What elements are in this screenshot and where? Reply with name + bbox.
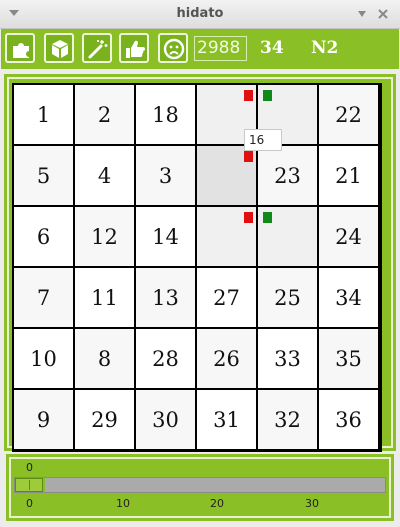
number-cell[interactable]: 12 xyxy=(75,207,134,266)
hint-button[interactable] xyxy=(82,33,112,63)
number-cell[interactable]: 9 xyxy=(14,390,73,449)
level-label: N2 xyxy=(311,38,339,58)
cube-button[interactable] xyxy=(44,33,74,63)
number-cell[interactable]: 28 xyxy=(136,329,195,388)
slider-value: 0 xyxy=(26,461,33,474)
number-cell[interactable]: 3 xyxy=(136,146,195,205)
slider-tick-label: 10 xyxy=(116,497,130,510)
number-cell[interactable]: 24 xyxy=(319,207,378,266)
slider-tick-label: 0 xyxy=(26,497,33,510)
red-marker xyxy=(244,90,253,101)
number-cell[interactable]: 22 xyxy=(319,85,378,144)
game-board: 1 2 18 22 5 4 3 23 21 6 12 14 24 7 11 13 27 25 34 10 8 28 26 33… xyxy=(12,83,382,452)
number-cell[interactable]: 32 xyxy=(258,390,317,449)
give-up-button[interactable] xyxy=(158,33,188,63)
number-cell[interactable]: 35 xyxy=(319,329,378,388)
number-cell[interactable]: 13 xyxy=(136,268,195,327)
puzzle-icon xyxy=(13,43,29,58)
number-cell[interactable]: 10 xyxy=(14,329,73,388)
number-cell[interactable]: 11 xyxy=(75,268,134,327)
slider-tick-label: 30 xyxy=(305,497,319,510)
sad-face-icon xyxy=(163,38,185,60)
green-marker xyxy=(263,212,272,223)
number-cell[interactable]: 1 xyxy=(14,85,73,144)
number-cell[interactable]: 31 xyxy=(197,390,256,449)
window-title: hidato xyxy=(176,6,224,21)
number-cell[interactable]: 29 xyxy=(75,390,134,449)
slider-handle[interactable] xyxy=(15,478,43,492)
number-cell[interactable]: 7 xyxy=(14,268,73,327)
candidate-tooltip: 16 xyxy=(244,129,282,151)
number-cell[interactable]: 8 xyxy=(75,329,134,388)
magic-wand-icon xyxy=(88,40,108,59)
new-puzzle-button[interactable] xyxy=(5,33,35,63)
title-bar: hidato xyxy=(0,0,400,29)
number-cell[interactable]: 5 xyxy=(14,146,73,205)
red-marker xyxy=(244,151,253,162)
number-cell[interactable]: 23 xyxy=(258,146,317,205)
close-icon[interactable] xyxy=(375,6,391,22)
approve-button[interactable] xyxy=(119,33,149,63)
slider-tick-label: 20 xyxy=(210,497,224,510)
cube-icon xyxy=(52,40,68,58)
slider-track[interactable] xyxy=(14,477,386,493)
number-cell[interactable]: 25 xyxy=(258,268,317,327)
game-window: hidato 2988 34 N2 1 2 18 22 5 4 3 23 21 … xyxy=(0,0,400,527)
minimize-icon[interactable] xyxy=(354,6,370,22)
cell-count-label: 34 xyxy=(260,38,284,58)
thumbs-up-icon xyxy=(126,40,145,58)
score-field[interactable]: 2988 xyxy=(194,36,247,61)
number-cell[interactable]: 27 xyxy=(197,268,256,327)
number-cell[interactable]: 33 xyxy=(258,329,317,388)
number-cell[interactable]: 4 xyxy=(75,146,134,205)
green-marker xyxy=(263,90,272,101)
number-cell[interactable]: 18 xyxy=(136,85,195,144)
number-cell[interactable]: 26 xyxy=(197,329,256,388)
number-cell[interactable]: 36 xyxy=(319,390,378,449)
number-cell[interactable]: 2 xyxy=(75,85,134,144)
number-cell[interactable]: 14 xyxy=(136,207,195,266)
red-marker xyxy=(244,212,253,223)
number-cell[interactable]: 21 xyxy=(319,146,378,205)
number-cell[interactable]: 30 xyxy=(136,390,195,449)
number-cell[interactable]: 34 xyxy=(319,268,378,327)
number-cell[interactable]: 6 xyxy=(14,207,73,266)
